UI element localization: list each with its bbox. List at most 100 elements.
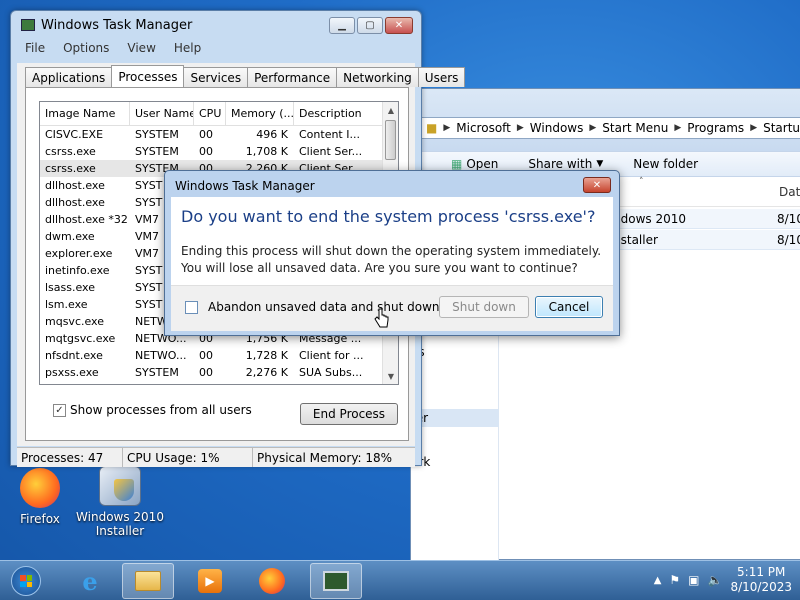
nav-item-computer[interactable]: ter	[411, 409, 499, 427]
desktop-icon-firefox[interactable]: Firefox	[0, 468, 85, 526]
dialog-title: Windows Task Manager	[175, 179, 315, 193]
taskbar-ie[interactable]: e	[64, 563, 116, 599]
desktop-icon-installer[interactable]: Windows 2010 Installer	[75, 466, 165, 538]
action-center-flag-icon[interactable]: ⚑	[669, 573, 680, 587]
clock[interactable]: 5:11 PM 8/10/2023	[730, 565, 792, 595]
cell-image: lsm.exe	[45, 298, 88, 311]
menu-view[interactable]: View	[127, 41, 155, 59]
column-cpu[interactable]: CPU	[194, 102, 226, 126]
file-row[interactable]: ndows 2010 8/10	[611, 209, 800, 229]
cell-user: SYSTEM	[135, 145, 179, 158]
cell-desc: SUA Subs...	[299, 366, 363, 379]
open-button[interactable]: ▦ Open	[451, 157, 498, 171]
column-date[interactable]: Date	[779, 185, 800, 199]
column-memory[interactable]: Memory (...	[226, 102, 294, 126]
taskbar-explorer[interactable]	[122, 563, 174, 599]
firefox-icon	[259, 568, 285, 594]
scroll-up-icon[interactable]: ▲	[383, 102, 398, 118]
installer-icon	[99, 466, 141, 506]
taskbar: e ▶ ▲ ⚑ ▣ 🔈 5:11 PM 8/10/2023	[0, 560, 800, 600]
new-folder-button[interactable]: New folder	[633, 157, 698, 171]
maximize-button[interactable]: ▢	[357, 17, 383, 34]
menu-help[interactable]: Help	[174, 41, 201, 59]
task-manager-icon	[21, 19, 35, 31]
start-button[interactable]	[2, 563, 50, 599]
cell-user: SYSTEM	[135, 366, 179, 379]
tab-performance[interactable]: Performance	[247, 67, 338, 87]
cell-desc: Client for ...	[299, 349, 364, 362]
process-row[interactable]: CISVC.EXE SYSTEM 00 496 K Content I...	[40, 126, 384, 143]
tab-users[interactable]: Users	[417, 67, 466, 87]
shut-down-button[interactable]: Shut down	[439, 296, 529, 318]
cell-mem: 1,708 K	[245, 145, 288, 158]
scroll-thumb[interactable]	[385, 120, 396, 160]
clock-date: 8/10/2023	[730, 580, 792, 594]
tab-applications[interactable]: Applications	[25, 67, 113, 87]
cell-cpu: 00	[199, 128, 213, 141]
desktop-icon-label: Firefox	[20, 512, 60, 526]
close-button[interactable]: ✕	[385, 17, 413, 34]
address-bar[interactable]: ■ ▶ Microsoft ▶ Windows ▶ Start Menu ▶ P…	[417, 117, 800, 139]
scroll-down-icon[interactable]: ▼	[383, 368, 398, 384]
tab-services[interactable]: Services	[183, 67, 249, 87]
minimize-button[interactable]: ▁	[329, 17, 355, 34]
share-with-button[interactable]: Share with ▼	[528, 157, 603, 171]
cell-cpu: 00	[199, 145, 213, 158]
breadcrumb-start-menu[interactable]: Start Menu	[602, 121, 668, 135]
chevron-right-icon: ▶	[516, 123, 524, 133]
tab-networking[interactable]: Networking	[336, 67, 419, 87]
process-row[interactable]: csrss.exe SYSTEM 00 1,708 K Client Ser...	[40, 143, 384, 160]
menu-bar: File Options View Help	[17, 41, 201, 59]
menu-file[interactable]: File	[25, 41, 45, 59]
menu-options[interactable]: Options	[63, 41, 109, 59]
status-processes: Processes: 47	[17, 448, 123, 467]
column-user-name[interactable]: User Name	[130, 102, 194, 126]
share-with-label: Share with	[528, 157, 593, 171]
chevron-right-icon: ▶	[589, 123, 597, 133]
network-status-icon[interactable]: ▣	[688, 573, 699, 587]
breadcrumb-programs[interactable]: Programs	[687, 121, 744, 135]
process-row[interactable]: nfsdnt.exe NETWO... 00 1,728 K Client for ..…	[40, 347, 384, 364]
taskbar-firefox[interactable]	[246, 563, 298, 599]
firefox-icon	[20, 468, 60, 508]
task-manager-icon	[323, 571, 349, 591]
end-process-dialog: Windows Task Manager ✕ Do you want to en…	[164, 170, 620, 336]
breadcrumb-windows[interactable]: Windows	[530, 121, 584, 135]
abandon-checkbox[interactable]: Abandon unsaved data and shut down.	[185, 300, 443, 314]
process-table-header: ˄ Image Name User Name CPU Memory (... D…	[40, 102, 384, 126]
dialog-message: Ending this process will shut down the o…	[181, 244, 602, 275]
show-hidden-icons-icon[interactable]: ▲	[654, 575, 662, 586]
taskbar-task-manager[interactable]	[310, 563, 362, 599]
sort-arrow-icon: ˄	[639, 177, 644, 187]
breadcrumb-startup[interactable]: Startup	[763, 121, 800, 135]
cell-image: mqsvc.exe	[45, 315, 104, 328]
cancel-button[interactable]: Cancel	[535, 296, 603, 318]
cell-image: csrss.exe	[45, 145, 96, 158]
chevron-right-icon: ▶	[443, 123, 451, 133]
file-row[interactable]: nstaller 8/10	[611, 230, 800, 250]
process-row[interactable]: psxss.exe SYSTEM 00 2,276 K SUA Subs...	[40, 364, 384, 381]
dialog-close-button[interactable]: ✕	[583, 177, 611, 193]
taskbar-media-player[interactable]: ▶	[184, 563, 236, 599]
status-bar: Processes: 47 CPU Usage: 1% Physical Mem…	[17, 447, 415, 467]
show-all-users-checkbox[interactable]: ✓ Show processes from all users	[53, 403, 252, 417]
breadcrumb-microsoft[interactable]: Microsoft	[456, 121, 511, 135]
end-process-button[interactable]: End Process	[300, 403, 398, 425]
dialog-body: Do you want to end the system process 'c…	[171, 197, 613, 285]
cell-image: csrss.exe	[45, 162, 96, 175]
internet-explorer-icon: e	[82, 566, 98, 596]
column-image-name[interactable]: ˄ Image Name	[40, 102, 130, 126]
cell-image: dllhost.exe	[45, 196, 105, 209]
column-description[interactable]: Description	[294, 102, 384, 126]
chevron-right-icon: ▶	[750, 123, 758, 133]
new-folder-label: New folder	[633, 157, 699, 171]
file-name: nstaller	[613, 232, 658, 247]
volume-muted-icon[interactable]: 🔈	[708, 573, 723, 587]
checkbox-box	[185, 300, 198, 314]
tab-processes[interactable]: Processes	[111, 65, 185, 87]
end-process-label: End Process	[312, 407, 386, 421]
sort-arrow-icon: ˄	[80, 102, 84, 107]
cell-user: SYSTEM	[135, 128, 179, 141]
checkmark-icon: ✓	[53, 403, 66, 417]
file-name: ndows 2010	[613, 211, 686, 226]
